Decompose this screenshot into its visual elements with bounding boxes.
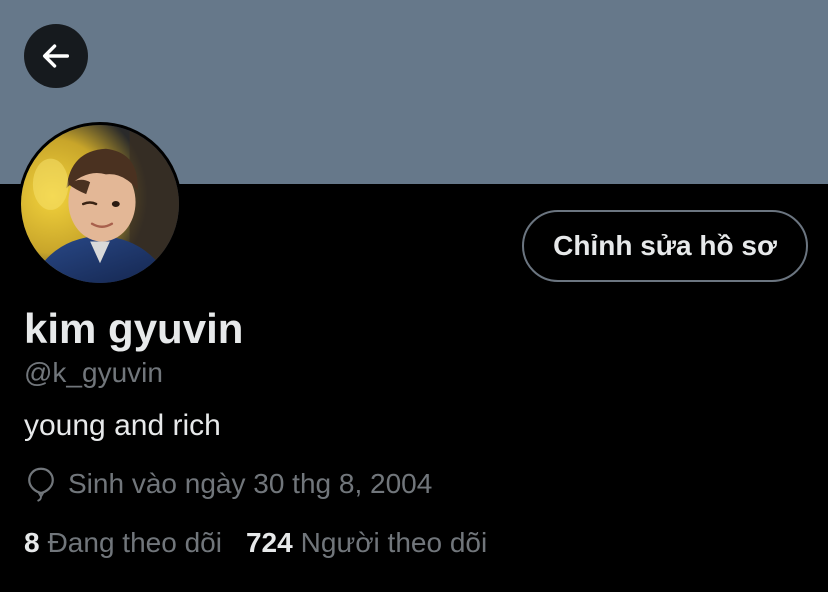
follow-stats: 8 Đang theo dõi 724 Người theo dõi <box>24 526 487 560</box>
followers-count: 724 <box>245 527 293 558</box>
back-button[interactable] <box>24 24 88 88</box>
followers-label: Người theo dõi <box>300 527 488 558</box>
avatar-photo <box>21 125 179 283</box>
profile-bio: young and rich <box>24 409 221 442</box>
following-label: Đang theo dõi <box>47 527 222 558</box>
birthday-row: Sinh vào ngày 30 thg 8, 2004 <box>24 466 432 502</box>
following-count: 8 <box>24 527 40 558</box>
profile-screen: Chỉnh sửa hồ sơ kim gyuvin @k_gyuvin you… <box>0 0 828 592</box>
profile-display-name: kim gyuvin <box>24 305 244 352</box>
birthday-text: Sinh vào ngày 30 thg 8, 2004 <box>68 468 433 500</box>
following-link[interactable]: 8 Đang theo dõi <box>24 526 222 560</box>
arrow-left-icon <box>42 44 70 68</box>
balloon-icon <box>24 466 58 502</box>
edit-profile-button[interactable]: Chỉnh sửa hồ sơ <box>522 210 808 282</box>
followers-link[interactable]: 724 Người theo dõi <box>246 526 487 560</box>
avatar[interactable] <box>18 122 182 286</box>
profile-handle: @k_gyuvin <box>24 357 163 388</box>
